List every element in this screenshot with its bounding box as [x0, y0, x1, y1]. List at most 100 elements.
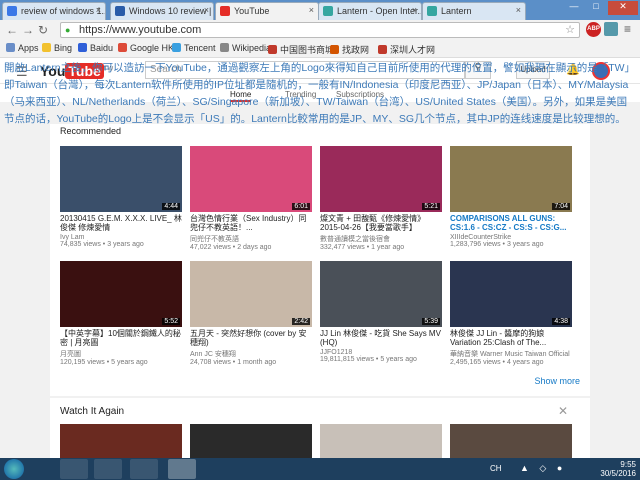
address-bar[interactable]: ● https://www.youtube.com ☆ [60, 22, 580, 38]
bookmark-label: Apps [18, 43, 39, 53]
video-thumbnail[interactable]: 5:52 [60, 261, 182, 327]
video-thumbnail[interactable]: 2:42 [190, 261, 312, 327]
video-thumbnail[interactable]: 5:39 [320, 261, 442, 327]
close-window-button[interactable]: ✕ [608, 1, 638, 15]
lock-icon: ● [65, 25, 71, 35]
video-thumbnail[interactable]: 7:04 [450, 146, 572, 212]
channel-name[interactable]: 數普通讀模之當後宿會 [320, 234, 442, 244]
tab-close-icon[interactable]: × [412, 5, 417, 15]
video-thumbnail[interactable] [450, 424, 572, 458]
browser-tab[interactable]: Windows 10 review | × [110, 2, 214, 20]
bookmark-item[interactable]: 找政网 [330, 43, 369, 56]
duration-badge: 6:01 [292, 203, 310, 210]
video-thumbnail[interactable]: 4:38 [450, 261, 572, 327]
video-title[interactable]: COMPARISONS ALL GUNS: CS:1.6 - CS:CZ - C… [450, 214, 572, 233]
browser-tab[interactable]: review of windows 1... × [2, 2, 106, 20]
video-card[interactable]: 4:38 林俊傑 JJ Lin - 醬摩的狗娘 Variation 25:Clas… [450, 261, 572, 366]
bookmark-icon [172, 43, 181, 52]
video-title[interactable]: 五月天 - 突然好想你 (cover by 安穗翔) [190, 329, 312, 348]
extension-icon[interactable] [604, 22, 618, 36]
annotation-text: 開啟Lantern之後，你可以造訪一下YouTube，通過觀察左上角的Logo來… [4, 62, 636, 125]
bookmark-item[interactable]: Bing [42, 43, 72, 53]
bookmark-label: Tencent [184, 43, 216, 53]
video-meta: 74,835 views • 3 years ago [60, 241, 182, 248]
video-thumbnail[interactable]: 6:01 [190, 146, 312, 212]
duration-badge: 7:04 [552, 203, 570, 210]
menu-icon[interactable]: ≡ [624, 22, 631, 36]
video-title[interactable]: JJ Lin 林俊傑 - 吃貨 She Says MV (HQ) [320, 329, 442, 348]
start-button[interactable] [4, 459, 24, 479]
tab-close-icon[interactable]: × [309, 5, 314, 15]
upload-age: 2 days ago [237, 244, 272, 251]
bookmark-item[interactable]: Baidu [78, 43, 113, 53]
tab-close-icon[interactable]: × [204, 5, 209, 15]
channel-name[interactable]: 華納音樂 Warner Music Taiwan Official [450, 349, 572, 359]
video-thumbnail[interactable] [320, 424, 442, 458]
video-meta: 1,283,796 views • 3 years ago [450, 241, 572, 248]
browser-tab[interactable]: Lantern × [422, 2, 526, 20]
bookmark-item[interactable]: Apps [6, 43, 39, 53]
tab-title: Lantern - Open Inter... [337, 6, 422, 16]
view-count: 24,708 views [190, 359, 231, 366]
adblock-icon[interactable]: ABP [586, 22, 601, 37]
tab-close-icon[interactable]: × [96, 5, 101, 15]
bookmark-item[interactable]: Google HK [118, 43, 174, 53]
duration-badge: 4:44 [162, 203, 180, 210]
view-count: 74,835 views [60, 241, 101, 248]
taskbar: CH ▲ ◇ ● 9:55 30/5/2016 [0, 458, 640, 480]
channel-name[interactable]: Ann JC 安穗翔 [190, 349, 312, 359]
clock[interactable]: 9:55 30/5/2016 [600, 460, 636, 478]
channel-name[interactable]: XIIIdeCounterStrike [450, 234, 572, 241]
minimize-button[interactable]: — [564, 1, 584, 15]
video-title[interactable]: 【中英字幕】10個關於鋼鐵人的秘密 | 月亮圖 [60, 329, 182, 348]
bookmark-item[interactable]: 深圳人才网 [378, 43, 435, 56]
taskbar-app-explorer[interactable] [130, 459, 158, 479]
close-icon[interactable]: ✕ [558, 404, 568, 418]
video-title[interactable]: 20130415 G.E.M. X.X.X. LIVE_ 林俊傑 修煉愛情 [60, 214, 182, 233]
taskbar-app-ie[interactable] [60, 459, 88, 479]
browser-tab[interactable]: Lantern - Open Inter... × [318, 2, 422, 20]
browser-tab[interactable]: YouTube × [215, 2, 319, 20]
video-thumbnail[interactable] [190, 424, 312, 458]
bookmark-label: 找政网 [342, 45, 370, 55]
upload-age: 3 years ago [506, 241, 544, 248]
reload-icon[interactable]: ↻ [38, 23, 48, 37]
channel-name[interactable]: 月亮圖 [60, 349, 182, 359]
video-card[interactable]: 5:21 燦文青 + 田馥甄《修煉愛情》2015-04-26【我要當歌手】 數普通讀… [320, 146, 442, 251]
video-card[interactable]: 6:01 台灣色情行業（Sex Industry）同兜仔不教英語！... 同兜仔不教… [190, 146, 312, 251]
tab-title: Windows 10 review | [129, 6, 212, 16]
video-card[interactable]: 5:52 【中英字幕】10個關於鋼鐵人的秘密 | 月亮圖 月亮圖 120,195 vi… [60, 261, 182, 366]
video-thumbnail[interactable]: 4:44 [60, 146, 182, 212]
bookmark-item[interactable]: Tencent [172, 43, 216, 53]
upload-age: 5 years ago [111, 359, 148, 366]
show-more-link[interactable]: Show more [534, 376, 580, 386]
video-thumbnail[interactable] [60, 424, 182, 458]
video-title[interactable]: 林俊傑 JJ Lin - 醬摩的狗娘 Variation 25:Clash of… [450, 329, 572, 348]
video-card[interactable]: 5:39 JJ Lin 林俊傑 - 吃貨 She Says MV (HQ) JJFO… [320, 261, 442, 363]
forward-icon[interactable]: → [22, 23, 34, 37]
video-thumbnail[interactable]: 5:21 [320, 146, 442, 212]
tab-close-icon[interactable]: × [516, 5, 521, 15]
channel-name[interactable]: JJFO1218 [320, 349, 442, 356]
bookmark-icon [220, 43, 229, 52]
taskbar-app-chrome[interactable] [168, 459, 196, 479]
channel-name[interactable]: 同兜仔不教英語 [190, 234, 312, 244]
upload-age: 3 years ago [107, 241, 144, 248]
video-card[interactable]: 7:04 COMPARISONS ALL GUNS: CS:1.6 - CS:CZ… [450, 146, 572, 248]
taskbar-app-media[interactable] [94, 459, 122, 479]
upload-age: 5 years ago [380, 356, 417, 363]
back-icon[interactable]: ← [6, 23, 18, 37]
bookmark-item[interactable]: 中国图书商城 [268, 43, 334, 56]
language-indicator[interactable]: CH [490, 464, 502, 473]
tray-icons[interactable]: ▲ ◇ ● [520, 463, 566, 474]
favicon-icon [323, 6, 333, 16]
bookmark-star-icon[interactable]: ☆ [565, 23, 575, 36]
video-title[interactable]: 台灣色情行業（Sex Industry）同兜仔不教英語！... [190, 214, 312, 233]
bookmark-item[interactable]: Wikipedia [220, 43, 271, 53]
browser-tab-bar: review of windows 1... × Windows 10 review… [0, 0, 640, 20]
channel-name[interactable]: Ivy Lam [60, 234, 182, 241]
maximize-button[interactable]: □ [586, 1, 606, 15]
video-card[interactable]: 4:44 20130415 G.E.M. X.X.X. LIVE_ 林俊傑 修煉愛… [60, 146, 182, 248]
video-title[interactable]: 燦文青 + 田馥甄《修煉愛情》2015-04-26【我要當歌手】 [320, 214, 442, 233]
video-card[interactable]: 2:42 五月天 - 突然好想你 (cover by 安穗翔) Ann JC 安穗翔… [190, 261, 312, 366]
